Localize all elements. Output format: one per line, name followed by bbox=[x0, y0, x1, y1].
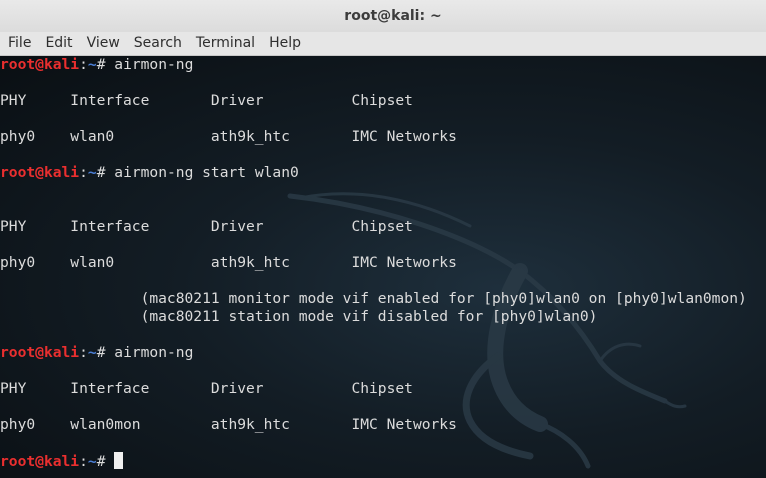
command-text: airmon-ng start wlan0 bbox=[114, 164, 299, 181]
menu-file[interactable]: File bbox=[0, 32, 38, 55]
title-bar[interactable]: root@kali: ~ bbox=[0, 0, 766, 32]
menu-bar: File Edit View Search Terminal Help bbox=[0, 32, 766, 56]
prompt-path: ~ bbox=[87, 164, 97, 181]
prompt-host: kali bbox=[43, 164, 80, 181]
prompt-at: @ bbox=[35, 344, 44, 361]
output-line: PHY Interface Driver Chipset bbox=[0, 92, 413, 109]
prompt-symbol: # bbox=[96, 56, 115, 73]
prompt-host: kali bbox=[43, 344, 80, 361]
prompt-path: ~ bbox=[87, 453, 97, 470]
terminal-window: root@kali: ~ File Edit View Search Termi… bbox=[0, 0, 766, 478]
prompt-line: root@kali:~# airmon-ng bbox=[0, 56, 747, 74]
output-line: PHY Interface Driver Chipset bbox=[0, 218, 413, 235]
prompt-user: root bbox=[0, 344, 36, 361]
prompt-host: kali bbox=[43, 453, 80, 470]
menu-help[interactable]: Help bbox=[262, 32, 308, 55]
text-cursor bbox=[114, 452, 124, 469]
prompt-host: kali bbox=[43, 56, 80, 73]
menu-view[interactable]: View bbox=[80, 32, 127, 55]
prompt-separator: : bbox=[79, 344, 88, 361]
prompt-line: root@kali:~# airmon-ng bbox=[0, 344, 747, 362]
prompt-symbol: # bbox=[96, 453, 115, 470]
menu-search[interactable]: Search bbox=[127, 32, 189, 55]
prompt-line: root@kali:~# bbox=[0, 452, 747, 470]
output-line: phy0 wlan0mon ath9k_htc IMC Networks bbox=[0, 416, 457, 433]
output-line: PHY Interface Driver Chipset bbox=[0, 380, 413, 397]
output-line: phy0 wlan0 ath9k_htc IMC Networks bbox=[0, 128, 457, 145]
prompt-separator: : bbox=[79, 453, 88, 470]
prompt-user: root bbox=[0, 164, 36, 181]
window-title: root@kali: ~ bbox=[344, 8, 442, 24]
output-line: phy0 wlan0 ath9k_htc IMC Networks bbox=[0, 254, 457, 271]
prompt-at: @ bbox=[35, 453, 44, 470]
menu-edit[interactable]: Edit bbox=[38, 32, 79, 55]
prompt-user: root bbox=[0, 56, 36, 73]
prompt-user: root bbox=[0, 453, 36, 470]
prompt-path: ~ bbox=[87, 344, 97, 361]
prompt-symbol: # bbox=[96, 164, 115, 181]
command-text: airmon-ng bbox=[114, 56, 194, 73]
terminal-output: root@kali:~# airmon-ng PHY Interface Dri… bbox=[0, 56, 747, 470]
output-line: (mac80211 monitor mode vif enabled for [… bbox=[0, 290, 747, 307]
prompt-at: @ bbox=[35, 164, 44, 181]
prompt-symbol: # bbox=[96, 344, 115, 361]
command-text: airmon-ng bbox=[114, 344, 194, 361]
menu-terminal[interactable]: Terminal bbox=[189, 32, 262, 55]
prompt-path: ~ bbox=[87, 56, 97, 73]
prompt-line: root@kali:~# airmon-ng start wlan0 bbox=[0, 164, 747, 182]
output-line: (mac80211 station mode vif disabled for … bbox=[0, 308, 598, 325]
terminal-area[interactable]: root@kali:~# airmon-ng PHY Interface Dri… bbox=[0, 56, 766, 478]
prompt-separator: : bbox=[79, 164, 88, 181]
prompt-at: @ bbox=[35, 56, 44, 73]
prompt-separator: : bbox=[79, 56, 88, 73]
